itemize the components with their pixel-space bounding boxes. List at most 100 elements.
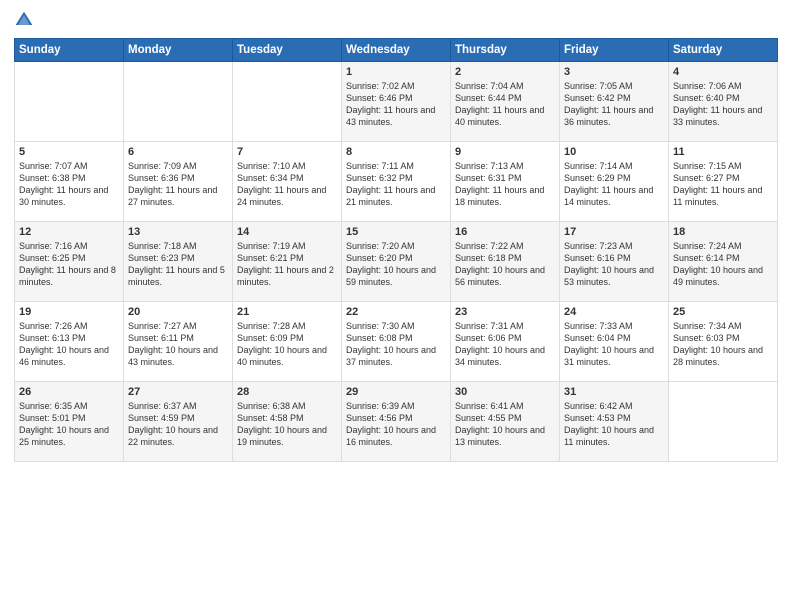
day-number: 18 [673, 226, 773, 238]
day-number: 6 [128, 146, 228, 158]
cell-0-5: 3Sunrise: 7:05 AM Sunset: 6:42 PM Daylig… [560, 62, 669, 142]
cell-3-4: 23 Sunrise: 7:31 AM Sunset: 6:06 PM Dayli… [451, 302, 560, 382]
cell-0-3: 1 Sunrise: 7:02 AM Sunset: 6:46 PM Daylig… [342, 62, 451, 142]
cell-3-1: 20 Sunrise: 7:27 AM Sunset: 6:11 PM Dayli… [124, 302, 233, 382]
logo-icon [14, 10, 34, 30]
day-number: 12 [19, 226, 119, 238]
cell-detail: Sunrise: 6:41 AM Sunset: 4:55 PM Dayligh… [455, 400, 555, 449]
day-number: 27 [128, 386, 228, 398]
header-friday: Friday [560, 39, 669, 62]
cell-detail: Sunrise: 6:42 AM Sunset: 4:53 PM Dayligh… [564, 400, 664, 449]
cell-1-1: 6Sunrise: 7:09 AM Sunset: 6:36 PM Daylig… [124, 142, 233, 222]
cell-detail: Sunrise: 7:13 AM Sunset: 6:31 PM Dayligh… [455, 160, 555, 209]
cell-3-2: 21 Sunrise: 7:28 AM Sunset: 6:09 PM Dayli… [233, 302, 342, 382]
cell-detail: Sunrise: 7:31 AM Sunset: 6:06 PM Dayligh… [455, 320, 555, 369]
day-number: 20 [128, 306, 228, 318]
main-container: SundayMondayTuesdayWednesdayThursdayFrid… [0, 0, 792, 472]
cell-0-2 [233, 62, 342, 142]
day-number: 14 [237, 226, 337, 238]
cell-2-3: 15Sunrise: 7:20 AM Sunset: 6:20 PM Dayli… [342, 222, 451, 302]
week-row-0: 1 Sunrise: 7:02 AM Sunset: 6:46 PM Daylig… [15, 62, 778, 142]
cell-2-0: 12 Sunrise: 7:16 AM Sunset: 6:25 PM Dayli… [15, 222, 124, 302]
cell-detail: Sunrise: 7:23 AM Sunset: 6:16 PM Dayligh… [564, 240, 664, 289]
cell-detail: Sunrise: 7:04 AM Sunset: 6:44 PM Dayligh… [455, 80, 555, 129]
cell-detail: Sunrise: 7:22 AM Sunset: 6:18 PM Dayligh… [455, 240, 555, 289]
header [14, 10, 778, 30]
day-number: 21 [237, 306, 337, 318]
day-number: 25 [673, 306, 773, 318]
day-number: 28 [237, 386, 337, 398]
day-number: 7 [237, 146, 337, 158]
cell-1-2: 7 Sunrise: 7:10 AM Sunset: 6:34 PM Daylig… [233, 142, 342, 222]
cell-detail: Sunrise: 7:02 AM Sunset: 6:46 PM Dayligh… [346, 80, 446, 129]
cell-detail: Sunrise: 7:14 AM Sunset: 6:29 PM Dayligh… [564, 160, 664, 209]
cell-2-6: 18 Sunrise: 7:24 AM Sunset: 6:14 PM Dayli… [669, 222, 778, 302]
week-row-2: 12 Sunrise: 7:16 AM Sunset: 6:25 PM Dayli… [15, 222, 778, 302]
cell-1-0: 5Sunrise: 7:07 AM Sunset: 6:38 PM Daylig… [15, 142, 124, 222]
calendar-table: SundayMondayTuesdayWednesdayThursdayFrid… [14, 38, 778, 462]
header-monday: Monday [124, 39, 233, 62]
cell-4-1: 27 Sunrise: 6:37 AM Sunset: 4:59 PM Dayli… [124, 382, 233, 462]
cell-2-1: 13 Sunrise: 7:18 AM Sunset: 6:23 PM Dayli… [124, 222, 233, 302]
cell-1-4: 9 Sunrise: 7:13 AM Sunset: 6:31 PM Daylig… [451, 142, 560, 222]
week-row-1: 5Sunrise: 7:07 AM Sunset: 6:38 PM Daylig… [15, 142, 778, 222]
day-number: 26 [19, 386, 119, 398]
day-number: 16 [455, 226, 555, 238]
calendar-body: 1 Sunrise: 7:02 AM Sunset: 6:46 PM Daylig… [15, 62, 778, 462]
cell-detail: Sunrise: 7:24 AM Sunset: 6:14 PM Dayligh… [673, 240, 773, 289]
day-number: 2 [455, 66, 555, 78]
cell-detail: Sunrise: 7:10 AM Sunset: 6:34 PM Dayligh… [237, 160, 337, 209]
cell-detail: Sunrise: 7:16 AM Sunset: 6:25 PM Dayligh… [19, 240, 119, 289]
cell-detail: Sunrise: 6:37 AM Sunset: 4:59 PM Dayligh… [128, 400, 228, 449]
day-number: 30 [455, 386, 555, 398]
day-number: 13 [128, 226, 228, 238]
cell-4-6 [669, 382, 778, 462]
week-row-3: 19 Sunrise: 7:26 AM Sunset: 6:13 PM Dayli… [15, 302, 778, 382]
cell-detail: Sunrise: 7:30 AM Sunset: 6:08 PM Dayligh… [346, 320, 446, 369]
cell-detail: Sunrise: 7:19 AM Sunset: 6:21 PM Dayligh… [237, 240, 337, 289]
cell-detail: Sunrise: 7:28 AM Sunset: 6:09 PM Dayligh… [237, 320, 337, 369]
day-number: 23 [455, 306, 555, 318]
week-row-4: 26 Sunrise: 6:35 AM Sunset: 5:01 PM Dayli… [15, 382, 778, 462]
cell-detail: Sunrise: 6:38 AM Sunset: 4:58 PM Dayligh… [237, 400, 337, 449]
header-wednesday: Wednesday [342, 39, 451, 62]
header-row: SundayMondayTuesdayWednesdayThursdayFrid… [15, 39, 778, 62]
cell-detail: Sunrise: 7:26 AM Sunset: 6:13 PM Dayligh… [19, 320, 119, 369]
cell-detail: Sunrise: 7:27 AM Sunset: 6:11 PM Dayligh… [128, 320, 228, 369]
cell-detail: Sunrise: 6:35 AM Sunset: 5:01 PM Dayligh… [19, 400, 119, 449]
cell-1-3: 8Sunrise: 7:11 AM Sunset: 6:32 PM Daylig… [342, 142, 451, 222]
day-number: 4 [673, 66, 773, 78]
header-tuesday: Tuesday [233, 39, 342, 62]
cell-4-4: 30 Sunrise: 6:41 AM Sunset: 4:55 PM Dayli… [451, 382, 560, 462]
cell-detail: Sunrise: 7:33 AM Sunset: 6:04 PM Dayligh… [564, 320, 664, 369]
cell-0-6: 4 Sunrise: 7:06 AM Sunset: 6:40 PM Daylig… [669, 62, 778, 142]
cell-4-3: 29Sunrise: 6:39 AM Sunset: 4:56 PM Dayli… [342, 382, 451, 462]
day-number: 1 [346, 66, 446, 78]
cell-detail: Sunrise: 7:06 AM Sunset: 6:40 PM Dayligh… [673, 80, 773, 129]
header-thursday: Thursday [451, 39, 560, 62]
cell-4-5: 31 Sunrise: 6:42 AM Sunset: 4:53 PM Dayli… [560, 382, 669, 462]
cell-4-0: 26 Sunrise: 6:35 AM Sunset: 5:01 PM Dayli… [15, 382, 124, 462]
day-number: 10 [564, 146, 664, 158]
day-number: 29 [346, 386, 446, 398]
cell-3-6: 25Sunrise: 7:34 AM Sunset: 6:03 PM Dayli… [669, 302, 778, 382]
cell-0-4: 2 Sunrise: 7:04 AM Sunset: 6:44 PM Daylig… [451, 62, 560, 142]
cell-3-0: 19 Sunrise: 7:26 AM Sunset: 6:13 PM Dayli… [15, 302, 124, 382]
cell-detail: Sunrise: 7:05 AM Sunset: 6:42 PM Dayligh… [564, 80, 664, 129]
day-number: 9 [455, 146, 555, 158]
cell-detail: Sunrise: 7:18 AM Sunset: 6:23 PM Dayligh… [128, 240, 228, 289]
cell-0-0 [15, 62, 124, 142]
day-number: 11 [673, 146, 773, 158]
cell-0-1 [124, 62, 233, 142]
cell-3-3: 22 Sunrise: 7:30 AM Sunset: 6:08 PM Dayli… [342, 302, 451, 382]
cell-2-5: 17 Sunrise: 7:23 AM Sunset: 6:16 PM Dayli… [560, 222, 669, 302]
cell-2-2: 14 Sunrise: 7:19 AM Sunset: 6:21 PM Dayli… [233, 222, 342, 302]
cell-detail: Sunrise: 7:07 AM Sunset: 6:38 PM Dayligh… [19, 160, 119, 209]
day-number: 22 [346, 306, 446, 318]
header-sunday: Sunday [15, 39, 124, 62]
cell-1-6: 11Sunrise: 7:15 AM Sunset: 6:27 PM Dayli… [669, 142, 778, 222]
day-number: 19 [19, 306, 119, 318]
cell-4-2: 28 Sunrise: 6:38 AM Sunset: 4:58 PM Dayli… [233, 382, 342, 462]
day-number: 31 [564, 386, 664, 398]
day-number: 17 [564, 226, 664, 238]
